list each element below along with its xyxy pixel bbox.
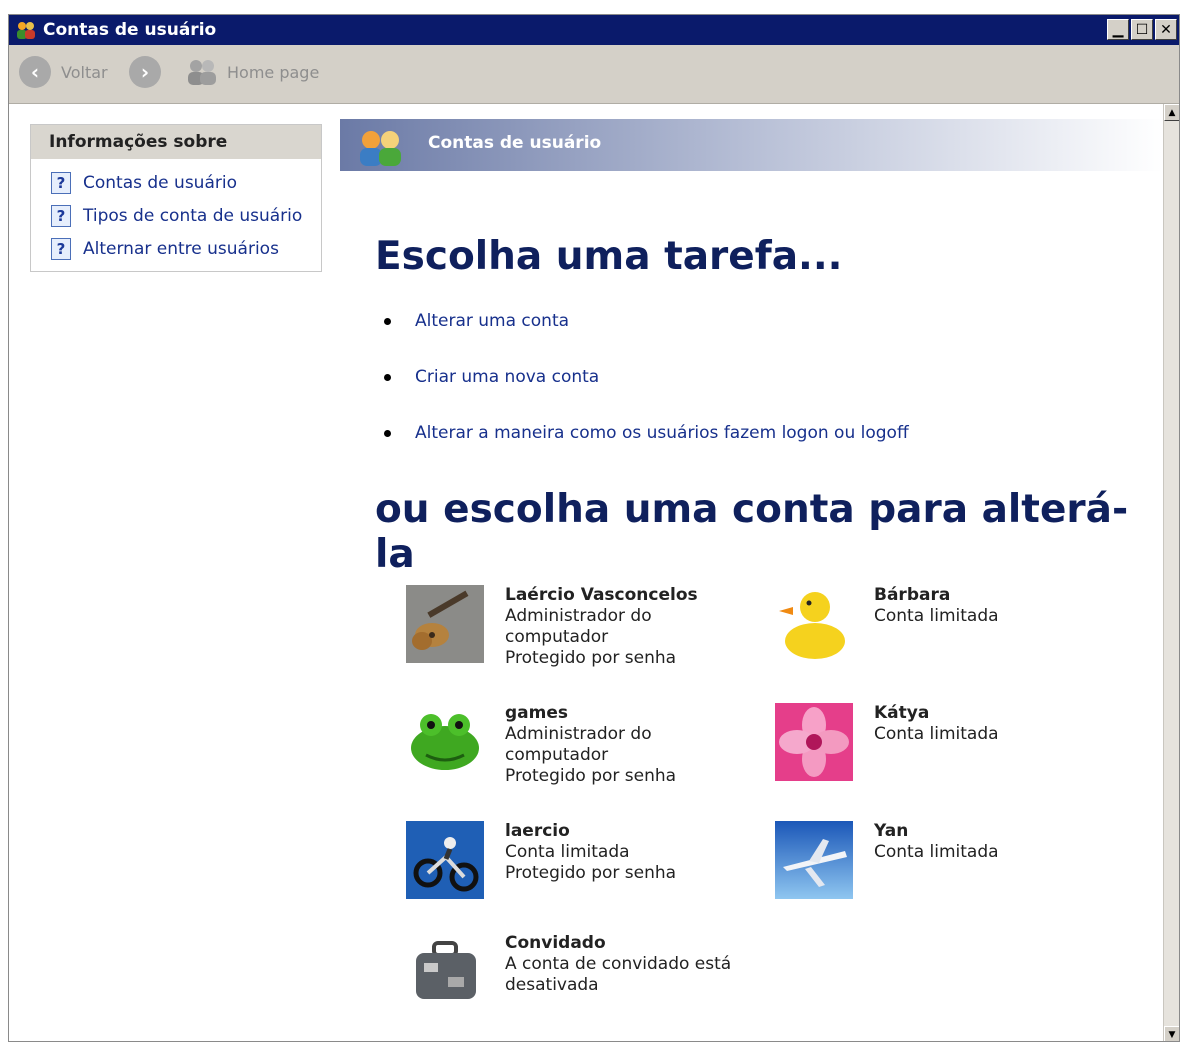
back-label: Voltar: [61, 62, 108, 82]
sidebar-item-alternar[interactable]: ? Alternar entre usuários: [51, 238, 279, 260]
account-status: A conta de convidado está: [505, 954, 732, 974]
scroll-down-button[interactable]: ▼: [1164, 1026, 1179, 1041]
help-icon: ?: [51, 205, 71, 227]
content-area: Informações sobre ? Contas de usuário ? …: [9, 104, 1163, 1041]
account-name: Yan: [874, 821, 909, 841]
minimize-icon: ▁: [1112, 21, 1124, 38]
account-info: Bárbara Conta limitada: [874, 585, 1114, 627]
account-info: games Administrador do computador Proteg…: [505, 703, 745, 787]
bullet: [384, 373, 391, 381]
account-info: laercio Conta limitada Protegido por sen…: [505, 821, 745, 884]
task-logon-logoff[interactable]: Alterar a maneira como os usuários fazem…: [384, 423, 909, 443]
account-name: Convidado: [505, 933, 606, 953]
user-accounts-window: Contas de usuário ▁ ☐ ✕ ‹ Voltar › Home …: [8, 14, 1180, 1042]
section-banner: Contas de usuário: [340, 119, 1163, 171]
airplane-avatar-icon: [775, 821, 853, 899]
suitcase-avatar-icon: [406, 933, 484, 1011]
task-heading: Escolha uma tarefa...: [375, 234, 843, 279]
back-button[interactable]: ‹ Voltar: [19, 55, 108, 89]
home-page-button[interactable]: Home page: [185, 55, 319, 89]
account-info: Laércio Vasconcelos Administrador do com…: [505, 585, 745, 669]
account-type: Conta limitada: [874, 724, 999, 744]
account-info: Yan Conta limitada: [874, 821, 1114, 863]
minimize-button[interactable]: ▁: [1107, 19, 1129, 40]
account-info: Kátya Conta limitada: [874, 703, 1114, 745]
forward-button[interactable]: ›: [129, 55, 161, 89]
info-panel-heading: Informações sobre: [31, 125, 321, 159]
flower-avatar-icon: [775, 703, 853, 781]
user-accounts-icon: [17, 22, 35, 39]
window-controls: ▁ ☐ ✕: [1107, 19, 1177, 40]
account-name: Bárbara: [874, 585, 951, 605]
task-alterar-conta[interactable]: Alterar uma conta: [384, 311, 569, 331]
down-arrow-icon: ▼: [1168, 1029, 1176, 1040]
bullet: [384, 317, 391, 325]
sidebar-item-contas[interactable]: ? Contas de usuário: [51, 172, 237, 194]
frog-avatar-icon: [406, 703, 484, 781]
maximize-icon: ☐: [1135, 21, 1149, 38]
duck-avatar-icon: [775, 585, 853, 663]
account-status: desativada: [505, 975, 599, 995]
scroll-up-button[interactable]: ▲: [1164, 104, 1179, 121]
window-title: Contas de usuário: [43, 20, 217, 40]
account-status: Protegido por senha: [505, 648, 677, 668]
account-name: Kátya: [874, 703, 930, 723]
task-link: Alterar a maneira como os usuários fazem…: [415, 423, 909, 443]
account-type: computador: [505, 627, 609, 647]
guitar-avatar-icon: [406, 585, 484, 663]
vertical-scrollbar[interactable]: ▲ ▼: [1163, 104, 1179, 1041]
forward-arrow-icon: ›: [129, 56, 161, 88]
account-status: Protegido por senha: [505, 766, 677, 786]
close-button[interactable]: ✕: [1155, 19, 1177, 40]
account-name: Laércio Vasconcelos: [505, 585, 698, 605]
account-type: Administrador do: [505, 724, 652, 744]
toolbar: ‹ Voltar › Home page: [9, 45, 1179, 104]
help-icon: ?: [51, 238, 71, 260]
motorbike-avatar-icon: [406, 821, 484, 899]
account-name: games: [505, 703, 569, 723]
task-criar-conta[interactable]: Criar uma nova conta: [384, 367, 599, 387]
title-bar: Contas de usuário ▁ ☐ ✕: [9, 15, 1179, 45]
info-panel: Informações sobre ? Contas de usuário ? …: [30, 124, 322, 272]
sidebar-item-label: Tipos de conta de usuário: [83, 206, 303, 226]
account-name: laercio: [505, 821, 570, 841]
back-arrow-icon: ‹: [19, 56, 51, 88]
users-home-icon: [188, 60, 216, 85]
banner-title: Contas de usuário: [428, 133, 602, 153]
up-arrow-icon: ▲: [1168, 107, 1176, 118]
help-icon: ?: [51, 172, 71, 194]
close-icon: ✕: [1160, 21, 1172, 38]
sidebar-item-tipos[interactable]: ? Tipos de conta de usuário: [51, 205, 302, 227]
maximize-button[interactable]: ☐: [1131, 19, 1153, 40]
account-heading: ou escolha uma conta para alterá-la: [375, 487, 1129, 577]
account-info: Convidado A conta de convidado está desa…: [505, 933, 745, 996]
account-type: Conta limitada: [874, 606, 999, 626]
user-accounts-icon: [360, 131, 401, 166]
account-type: Conta limitada: [874, 842, 999, 862]
task-link: Criar uma nova conta: [415, 367, 600, 387]
task-link: Alterar uma conta: [415, 311, 570, 331]
account-type: Administrador do: [505, 606, 652, 626]
account-type: Conta limitada: [505, 842, 630, 862]
account-status: Protegido por senha: [505, 863, 677, 883]
bullet: [384, 429, 391, 437]
home-page-label: Home page: [227, 62, 320, 82]
account-type: computador: [505, 745, 609, 765]
sidebar-item-label: Alternar entre usuários: [83, 239, 279, 259]
sidebar-item-label: Contas de usuário: [83, 173, 237, 193]
